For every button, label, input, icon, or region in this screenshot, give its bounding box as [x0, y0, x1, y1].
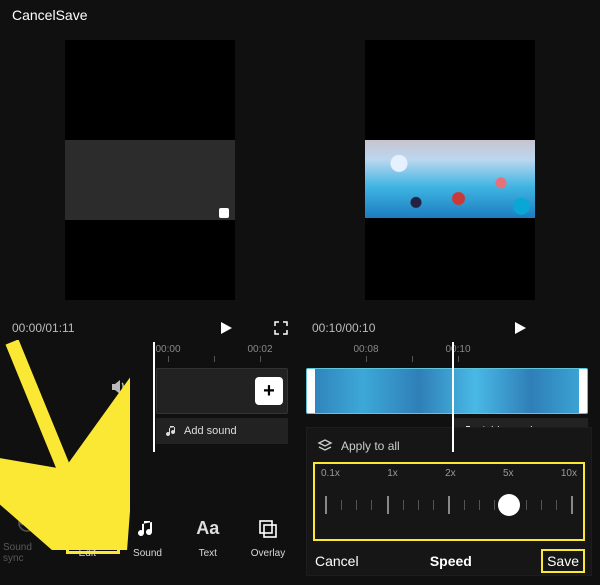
tool-label: Edit	[79, 548, 96, 559]
speed-slider[interactable]	[319, 491, 579, 519]
clip-handle-left[interactable]	[307, 369, 315, 413]
speed-slider-knob[interactable]	[498, 494, 520, 516]
add-sound-label: Add sound	[184, 425, 237, 437]
ruler-tick-label: 00:08	[353, 344, 378, 355]
left-topbar: Cancel Save	[0, 0, 300, 30]
time-row-right: 00:10/00:10	[300, 316, 600, 340]
speed-slider-highlight: 0.1x 1x 2x 5x 10x	[313, 462, 585, 541]
preview-clip-placeholder	[65, 140, 235, 220]
save-button[interactable]: Save	[56, 7, 88, 23]
time-row-left: 00:00/01:11	[0, 316, 300, 340]
tool-label: Overlay	[251, 548, 285, 559]
play-icon[interactable]	[218, 320, 234, 336]
timecode-current: 00:10	[312, 321, 342, 335]
timecode-total: 01:11	[45, 321, 74, 335]
preview-left[interactable]	[65, 40, 235, 300]
apply-to-all-label: Apply to all	[341, 439, 400, 453]
apply-to-all-toggle[interactable]: Apply to all	[315, 434, 583, 462]
timecode-current: 00:00	[12, 321, 42, 335]
cancel-button[interactable]: Cancel	[12, 7, 56, 23]
sound-sync-button[interactable]: Sound sync	[3, 508, 51, 564]
text-button[interactable]: Aa Text	[184, 514, 232, 559]
fullscreen-icon[interactable]	[274, 321, 288, 335]
ruler-right[interactable]: 00:08 00:10	[300, 342, 600, 362]
preview-right[interactable]	[365, 40, 535, 300]
speed-opt: 1x	[387, 468, 398, 479]
overlay-button[interactable]: Overlay	[244, 514, 292, 559]
ruler-left[interactable]: 00:00 00:02	[0, 342, 300, 362]
tool-label: Sound sync	[3, 542, 51, 564]
add-sound-button[interactable]: Add sound	[156, 418, 288, 444]
sound-button[interactable]: Sound	[124, 514, 172, 559]
speed-opt: 2x	[445, 468, 456, 479]
speed-save-button[interactable]: Save	[543, 551, 583, 571]
edit-button[interactable]: Edit	[63, 514, 111, 559]
speed-panel: Apply to all 0.1x 1x 2x 5x 10x	[306, 427, 592, 576]
ruler-tick-label: 00:00	[155, 344, 180, 355]
speed-opt: 5x	[503, 468, 514, 479]
ruler-tick-label: 00:10	[445, 344, 470, 355]
timeline-left: + Add sound	[0, 362, 300, 460]
speaker-icon[interactable]	[110, 378, 128, 399]
bottom-toolbar: Sound sync Edit Sound Aa Text Overlay	[0, 497, 300, 575]
playhead[interactable]	[153, 342, 155, 452]
clip-handle-right[interactable]	[579, 369, 587, 413]
playhead[interactable]	[452, 342, 454, 452]
speed-opt: 10x	[561, 468, 577, 479]
tool-label: Text	[199, 548, 217, 559]
timecode-total: 00:10	[345, 321, 375, 335]
right-topbar	[300, 0, 600, 30]
play-icon[interactable]	[512, 320, 528, 336]
speed-cancel-button[interactable]: Cancel	[315, 553, 359, 569]
clip-track[interactable]: +	[156, 368, 288, 414]
left-pane: Cancel Save 00:00/01:11 00:00 00:02	[0, 0, 300, 585]
tool-label: Sound	[133, 548, 162, 559]
roblox-logo-icon	[219, 208, 229, 218]
clip-track[interactable]	[306, 368, 588, 414]
right-pane: 00:10/00:10 00:08 00:10 Add sound Apply …	[300, 0, 600, 585]
speed-title: Speed	[430, 553, 472, 569]
ruler-tick-label: 00:02	[247, 344, 272, 355]
preview-clip-frame	[365, 140, 535, 218]
add-clip-button[interactable]: +	[255, 377, 283, 405]
speed-opt: 0.1x	[321, 468, 340, 479]
